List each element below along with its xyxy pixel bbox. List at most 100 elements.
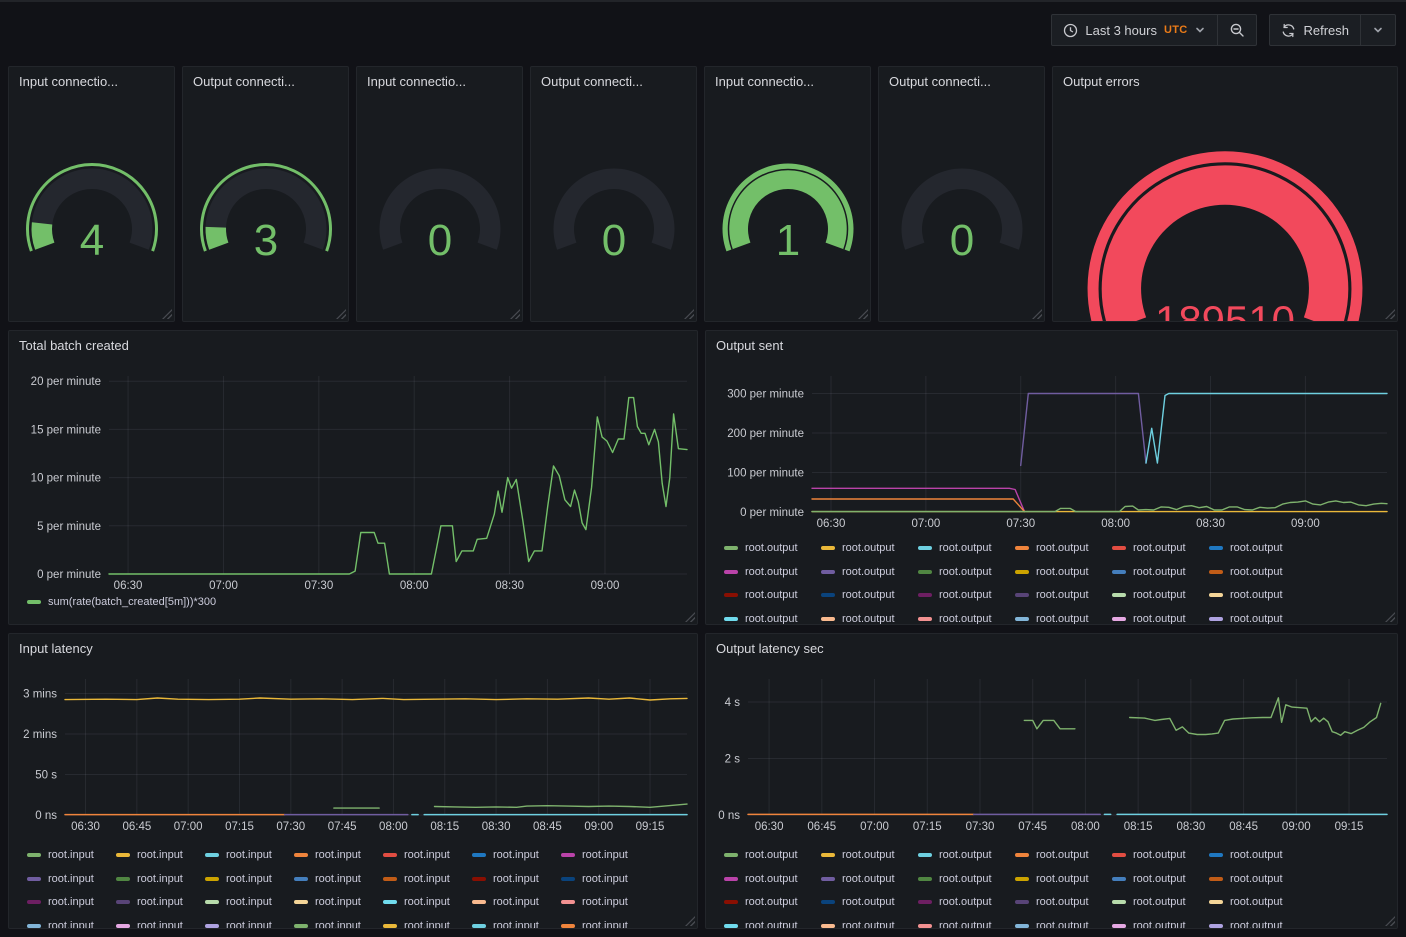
legend-item[interactable]: root.output xyxy=(918,565,1015,579)
legend-item[interactable]: root.output xyxy=(1112,541,1209,555)
legend-item[interactable]: root.input xyxy=(294,872,383,886)
legend-item[interactable]: root.output xyxy=(1112,895,1209,909)
legend-item[interactable]: root.input xyxy=(561,848,650,862)
panel-title[interactable]: Output sent xyxy=(716,338,783,353)
legend-item[interactable]: root.output xyxy=(821,612,918,626)
legend-item[interactable]: root.output xyxy=(1015,872,1112,886)
zoom-out-button[interactable] xyxy=(1217,15,1256,45)
time-range-button[interactable]: Last 3 hours UTC xyxy=(1052,15,1217,45)
legend-item[interactable]: root.input xyxy=(383,872,472,886)
legend-item[interactable]: root.output xyxy=(821,895,918,909)
legend-item[interactable]: root.input xyxy=(294,919,383,930)
panel-title[interactable]: Input latency xyxy=(19,641,93,656)
refresh-interval-dropdown[interactable] xyxy=(1360,15,1395,45)
legend-item[interactable]: sum(rate(batch_created[5m]))*300 xyxy=(27,595,427,609)
legend-item[interactable]: root.input xyxy=(472,872,561,886)
panel-title[interactable]: Output errors xyxy=(1063,74,1140,89)
legend-item[interactable]: root.input xyxy=(116,872,205,886)
legend-item[interactable]: root.output xyxy=(1112,565,1209,579)
legend-item[interactable]: root.output xyxy=(918,872,1015,886)
legend-item[interactable]: root.output xyxy=(821,919,918,930)
panel-title[interactable]: Input connectio... xyxy=(19,74,118,89)
panel-resize-handle[interactable] xyxy=(684,309,694,319)
legend-item[interactable]: root.input xyxy=(116,919,205,930)
legend-item[interactable]: root.output xyxy=(724,588,821,602)
panel-resize-handle[interactable] xyxy=(1032,309,1042,319)
legend-item[interactable]: root.output xyxy=(1015,919,1112,930)
panel-title[interactable]: Total batch created xyxy=(19,338,129,353)
legend-item[interactable]: root.output xyxy=(1209,895,1306,909)
legend-item[interactable]: root.input xyxy=(27,895,116,909)
legend-item[interactable]: root.output xyxy=(1112,612,1209,626)
legend-item[interactable]: root.output xyxy=(821,872,918,886)
legend-item[interactable]: root.output xyxy=(1112,588,1209,602)
legend-item[interactable]: root.output xyxy=(1015,848,1112,862)
legend-item[interactable]: root.output xyxy=(821,848,918,862)
legend-item[interactable]: root.input xyxy=(27,919,116,930)
legend-item[interactable]: root.input xyxy=(294,848,383,862)
legend-item[interactable]: root.output xyxy=(1015,565,1112,579)
legend-item[interactable]: root.input xyxy=(472,895,561,909)
legend-item[interactable]: root.output xyxy=(918,588,1015,602)
legend-item[interactable]: root.output xyxy=(724,612,821,626)
legend-item[interactable]: root.output xyxy=(1209,588,1306,602)
legend-item[interactable]: root.output xyxy=(918,895,1015,909)
legend-item[interactable]: root.input xyxy=(116,895,205,909)
legend-item[interactable]: root.output xyxy=(1209,872,1306,886)
legend-item[interactable]: root.input xyxy=(472,848,561,862)
panel-title[interactable]: Output connecti... xyxy=(193,74,295,89)
legend-item[interactable]: root.output xyxy=(1112,919,1209,930)
legend-item[interactable]: root.input xyxy=(561,919,650,930)
legend-item[interactable]: root.input xyxy=(205,919,294,930)
legend-series-swatch xyxy=(918,546,932,550)
legend-item[interactable]: root.output xyxy=(1209,541,1306,555)
legend-item[interactable]: root.input xyxy=(205,895,294,909)
legend-item[interactable]: root.output xyxy=(724,541,821,555)
panel-resize-handle[interactable] xyxy=(510,309,520,319)
legend-item[interactable]: root.output xyxy=(1015,612,1112,626)
legend-item[interactable]: root.output xyxy=(1112,848,1209,862)
legend-item[interactable]: root.output xyxy=(918,919,1015,930)
legend-item[interactable]: root.output xyxy=(1015,541,1112,555)
legend-item[interactable]: root.output xyxy=(1112,872,1209,886)
legend-item[interactable]: root.output xyxy=(1209,919,1306,930)
legend-item[interactable]: root.output xyxy=(1015,895,1112,909)
legend-item[interactable]: root.output xyxy=(1209,848,1306,862)
panel-title[interactable]: Output connecti... xyxy=(541,74,643,89)
legend-item[interactable]: root.output xyxy=(724,895,821,909)
legend-item[interactable]: root.output xyxy=(821,541,918,555)
legend-item[interactable]: root.input xyxy=(116,848,205,862)
legend-item[interactable]: root.output xyxy=(918,612,1015,626)
legend-item[interactable]: root.input xyxy=(383,919,472,930)
legend-item[interactable]: root.input xyxy=(472,919,561,930)
legend-item[interactable]: root.output xyxy=(821,565,918,579)
panel-title[interactable]: Input connectio... xyxy=(715,74,814,89)
legend-item[interactable]: root.output xyxy=(918,848,1015,862)
legend-item[interactable]: root.output xyxy=(1015,588,1112,602)
panel-resize-handle[interactable] xyxy=(858,309,868,319)
legend-item[interactable]: root.input xyxy=(561,895,650,909)
legend-item[interactable]: root.output xyxy=(821,588,918,602)
legend-item[interactable]: root.output xyxy=(1209,565,1306,579)
legend-item[interactable]: root.output xyxy=(1209,612,1306,626)
legend-item[interactable]: root.input xyxy=(205,872,294,886)
chart-plot-area[interactable]: 0 per minute5 per minute10 per minute15 … xyxy=(9,331,697,624)
panel-resize-handle[interactable] xyxy=(336,309,346,319)
legend-item[interactable]: root.output xyxy=(724,848,821,862)
legend-item[interactable]: root.input xyxy=(27,872,116,886)
legend-item[interactable]: root.output xyxy=(724,872,821,886)
legend-item[interactable]: root.output xyxy=(724,565,821,579)
refresh-button[interactable]: Refresh xyxy=(1270,15,1360,45)
legend-item[interactable]: root.output xyxy=(724,919,821,930)
panel-title[interactable]: Input connectio... xyxy=(367,74,466,89)
panel-title[interactable]: Output latency sec xyxy=(716,641,824,656)
legend-item[interactable]: root.input xyxy=(205,848,294,862)
legend-item[interactable]: root.input xyxy=(383,848,472,862)
panel-resize-handle[interactable] xyxy=(162,309,172,319)
legend-item[interactable]: root.output xyxy=(918,541,1015,555)
legend-item[interactable]: root.input xyxy=(561,872,650,886)
legend-item[interactable]: root.input xyxy=(383,895,472,909)
legend-item[interactable]: root.input xyxy=(294,895,383,909)
legend-item[interactable]: root.input xyxy=(27,848,116,862)
panel-title[interactable]: Output connecti... xyxy=(889,74,991,89)
